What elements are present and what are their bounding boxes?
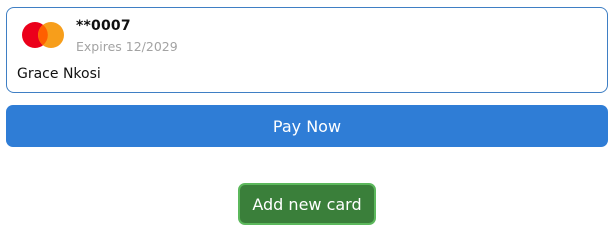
cardholder-name: Grace Nkosi — [17, 66, 101, 82]
card-masked-number: **0007 — [76, 18, 131, 34]
mastercard-logo-icon — [22, 22, 64, 48]
card-expiry-date: Expires 12/2029 — [76, 39, 178, 54]
pay-now-button[interactable]: Pay Now — [6, 105, 608, 147]
add-new-card-button[interactable]: Add new card — [238, 183, 376, 225]
saved-card-option[interactable]: **0007 Expires 12/2029 Grace Nkosi — [6, 7, 608, 93]
payment-page: **0007 Expires 12/2029 Grace Nkosi Pay N… — [0, 0, 614, 231]
